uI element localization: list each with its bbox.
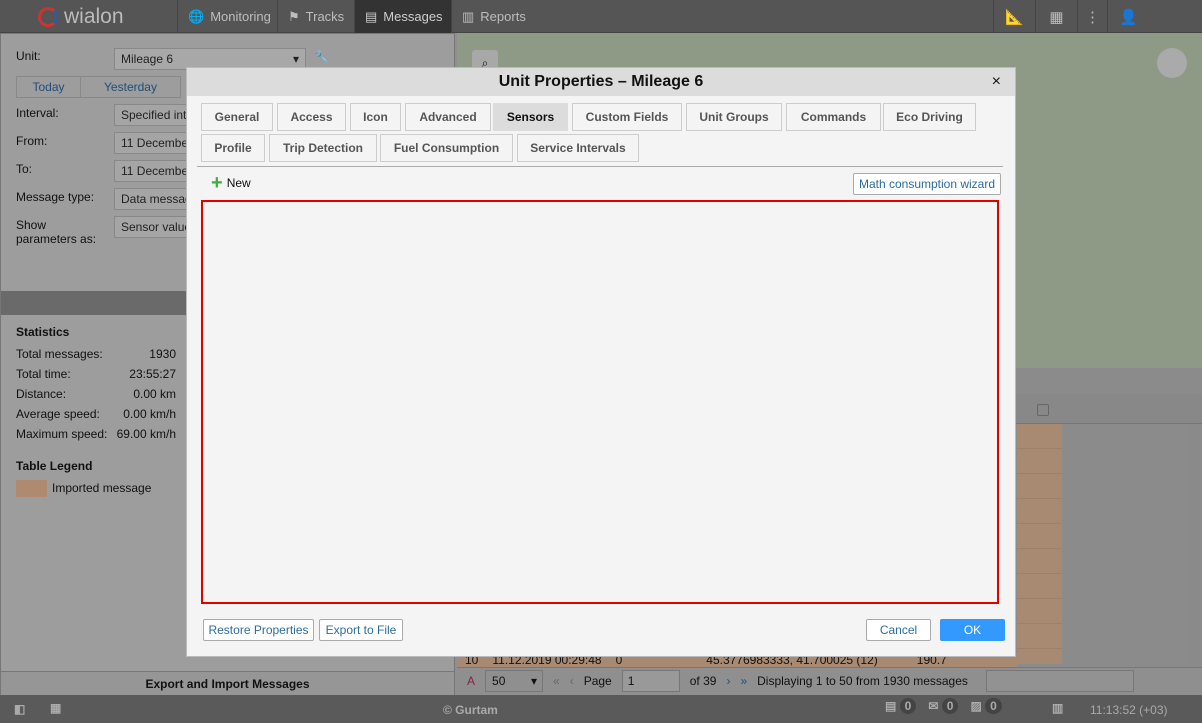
nav-monitoring[interactable]: 🌐 Monitoring (177, 0, 277, 33)
today-button[interactable]: Today (17, 77, 81, 97)
prev-page-icon[interactable]: ‹ (570, 674, 574, 688)
stat-row: Average speed: 0.00 km/h (16, 407, 176, 421)
apps-icon[interactable]: ▦ (50, 701, 61, 715)
panel-toggle-icon[interactable]: ◧ (14, 702, 25, 716)
message-type-select[interactable]: Data messages (114, 188, 194, 210)
autosize-icon[interactable]: A (467, 674, 475, 688)
user-icon[interactable]: 👤 (1107, 0, 1149, 33)
math-consumption-wizard-button[interactable]: Math consumption wizard (853, 173, 1001, 195)
restore-properties-button[interactable]: Restore Properties (203, 619, 314, 641)
tab-trip-detection[interactable]: Trip Detection (269, 134, 377, 162)
interval-select[interactable]: Specified interval (114, 104, 194, 126)
legend-swatch (16, 480, 47, 497)
tab-advanced[interactable]: Advanced (405, 103, 491, 131)
stat-row: Maximum speed: 69.00 km/h (16, 427, 176, 441)
next-page-icon[interactable]: › (726, 674, 730, 688)
wrench-icon[interactable]: 🔧 (314, 50, 329, 64)
messages-icon[interactable]: ✉ 0 (928, 698, 959, 714)
ok-button[interactable]: OK (940, 619, 1005, 641)
cancel-button[interactable]: Cancel (866, 619, 931, 641)
notifications-icon[interactable]: ▤ 0 (885, 698, 917, 714)
compass-icon[interactable] (1157, 48, 1187, 78)
stat-row: Distance: 0.00 km (16, 387, 176, 401)
select-all-checkbox[interactable] (1037, 404, 1049, 416)
filter-input[interactable] (985, 670, 1134, 692)
tab-profile[interactable]: Profile (201, 134, 265, 162)
export-to-file-button[interactable]: Export to File (319, 619, 403, 641)
footer: ◧ ▦ © Gurtam ▤ 0 ✉ 0 ▨ 0 ▥ 11:13:52 (+03… (0, 695, 1202, 723)
tab-custom-fields[interactable]: Custom Fields (572, 103, 682, 131)
from-field[interactable]: 11 December (114, 132, 194, 154)
tab-commands[interactable]: Commands (786, 103, 881, 131)
top-bar: wialon 🌐 Monitoring ⚑ Tracks ▤ Messages ▥ Re… (0, 0, 1202, 33)
tab-access[interactable]: Access (277, 103, 346, 131)
sensors-list[interactable] (201, 200, 999, 604)
images-icon[interactable]: ▨ 0 (970, 698, 1002, 714)
wialon-logo[interactable]: wialon (38, 5, 124, 29)
show-parameters-select[interactable]: Sensor values (114, 216, 194, 238)
tab-service-intervals[interactable]: Service Intervals (517, 134, 639, 162)
tab-sensors[interactable]: Sensors (493, 103, 568, 131)
stat-row: Total time: 23:55:27 (16, 367, 176, 381)
period-tabs: Today Yesterday (16, 76, 181, 98)
plus-icon: + (211, 172, 223, 194)
layout-icon[interactable]: ▥ (1052, 701, 1063, 715)
dialog-title: Unit Properties – Mileage 6 (187, 68, 1015, 96)
globe-icon: 🌐 (188, 8, 205, 24)
nav-tracks[interactable]: ⚑ Tracks (277, 0, 354, 33)
first-page-icon[interactable]: « (553, 674, 560, 688)
unit-properties-dialog: Unit Properties – Mileage 6 × General Ac… (186, 67, 1016, 657)
tab-unit-groups[interactable]: Unit Groups (686, 103, 782, 131)
apps-grid-icon[interactable]: ▦ (1035, 0, 1077, 33)
tab-general[interactable]: General (201, 103, 273, 131)
page-input[interactable]: 1 (621, 670, 680, 692)
tab-eco-driving[interactable]: Eco Driving (883, 103, 976, 131)
last-page-icon[interactable]: » (740, 674, 747, 688)
export-import-button[interactable]: Export and Import Messages (1, 671, 454, 695)
document-icon: ▤ (365, 8, 378, 24)
tab-fuel-consumption[interactable]: Fuel Consumption (380, 134, 513, 162)
logo-icon (38, 7, 58, 27)
report-icon: ▥ (462, 8, 475, 24)
nav-reports[interactable]: ▥ Reports (451, 0, 541, 33)
new-sensor-button[interactable]: + New (211, 172, 251, 194)
to-field[interactable]: 11 December (114, 160, 194, 182)
flag-icon: ⚑ (288, 8, 300, 24)
more-icon[interactable]: ⋮ (1077, 0, 1107, 33)
close-icon[interactable]: × (992, 73, 1001, 91)
yesterday-button[interactable]: Yesterday (81, 77, 180, 97)
pager: A 50 ▾ « ‹ Page 1 of 39 › » Displaying 1 … (457, 667, 1202, 694)
scrollbar[interactable] (1187, 424, 1199, 664)
ruler-icon[interactable]: 📐 (993, 0, 1035, 33)
tab-icon[interactable]: Icon (350, 103, 401, 131)
per-page-select[interactable]: 50 ▾ (485, 670, 544, 692)
nav-messages[interactable]: ▤ Messages (354, 0, 451, 33)
stat-row: Total messages: 1930 (16, 347, 176, 361)
